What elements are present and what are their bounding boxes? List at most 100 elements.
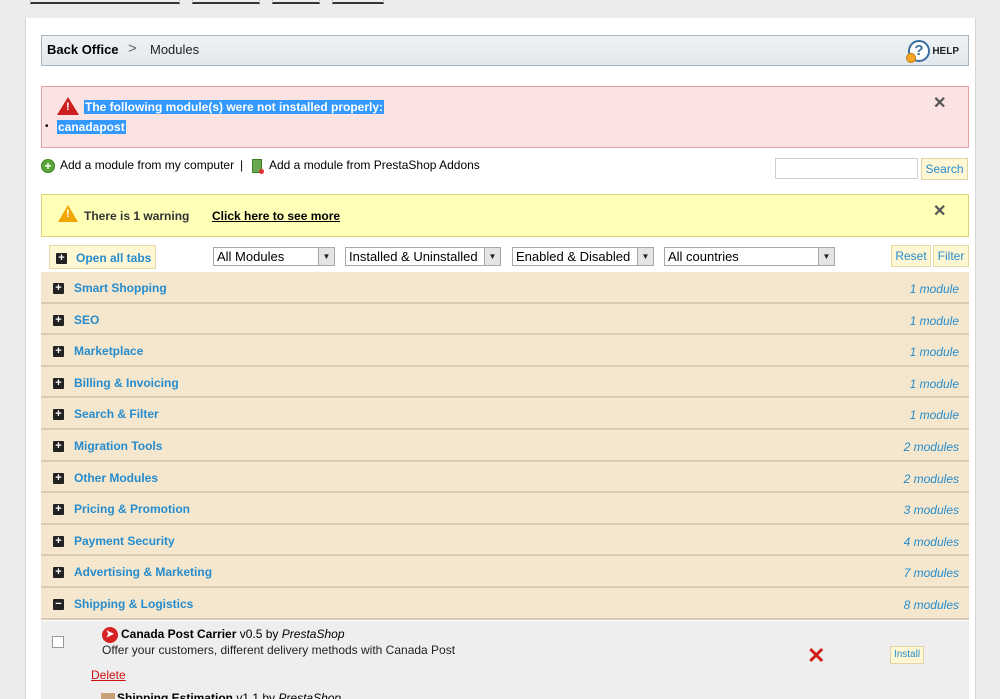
- add-module-links: + Add a module from my computer | Add a …: [41, 158, 541, 174]
- search-button[interactable]: Search: [921, 158, 968, 180]
- module-delete-link[interactable]: Delete: [91, 668, 126, 682]
- category-count: 1 module: [909, 376, 959, 391]
- category-name[interactable]: Payment Security: [74, 534, 175, 548]
- warning-see-more-link[interactable]: Click here to see more: [212, 209, 340, 223]
- category-count: 1 module: [909, 408, 959, 423]
- expand-plus-icon[interactable]: +: [53, 283, 64, 294]
- category-list: + Smart Shopping 1 module + SEO 1 module + Ma…: [41, 272, 969, 620]
- chevron-down-icon: ▼: [818, 248, 834, 265]
- expand-plus-icon[interactable]: +: [53, 377, 64, 389]
- collapse-minus-icon[interactable]: −: [53, 598, 64, 610]
- expand-plus-icon[interactable]: +: [53, 535, 64, 547]
- enabled-status-select[interactable]: Enabled & Disabled ▼: [512, 247, 654, 266]
- category-name[interactable]: Migration Tools: [74, 439, 162, 453]
- category-row[interactable]: + Payment Security 4 modules: [41, 524, 969, 557]
- category-row[interactable]: + SEO 1 module: [41, 303, 969, 336]
- module-install-button[interactable]: Install: [890, 646, 924, 664]
- help-gear-icon: [906, 53, 916, 63]
- next-module-version: v1.1 by: [236, 691, 276, 699]
- category-count: 3 modules: [903, 503, 959, 518]
- filter-bar: + Open all tabs All Modules ▼ Installed …: [41, 243, 969, 273]
- category-row[interactable]: + Marketplace 1 module: [41, 335, 969, 367]
- category-name[interactable]: Pricing & Promotion: [74, 502, 190, 516]
- category-row[interactable]: + Pricing & Promotion 3 modules: [41, 493, 969, 525]
- module-author: PrestaShop: [281, 627, 345, 641]
- expand-plus-icon[interactable]: +: [53, 346, 64, 358]
- reset-button[interactable]: Reset: [891, 245, 931, 267]
- category-row[interactable]: + Other Modules 2 modules: [41, 461, 969, 494]
- breadcrumb: Back Office > Modules ? HELP: [41, 35, 969, 66]
- module-row: ➤ Canada Post Carrier v0.5 by PrestaShop…: [41, 621, 969, 699]
- category-row[interactable]: + Advertising & Marketing 7 modules: [41, 556, 969, 588]
- breadcrumb-separator-icon: >: [128, 40, 137, 57]
- top-tab-3[interactable]: [272, 0, 320, 4]
- top-tab-2[interactable]: [192, 0, 260, 4]
- canada-post-logo-icon: ➤: [102, 627, 118, 643]
- help-label[interactable]: HELP: [932, 46, 959, 57]
- category-count: 2 modules: [903, 439, 959, 454]
- add-from-computer-link[interactable]: Add a module from my computer: [60, 158, 234, 172]
- country-select-value: All countries: [668, 249, 739, 264]
- module-description: Offer your customers, different delivery…: [102, 643, 456, 657]
- error-title: The following module(s) were not install…: [84, 100, 385, 114]
- next-module-name: Shipping Estimation: [117, 691, 233, 699]
- module-checkbox[interactable]: [52, 636, 64, 648]
- install-status-select[interactable]: Installed & Uninstalled ▼: [345, 247, 501, 266]
- search-input[interactable]: [775, 158, 918, 179]
- country-select[interactable]: All countries ▼: [664, 247, 835, 266]
- expand-plus-icon[interactable]: +: [53, 567, 64, 579]
- category-name[interactable]: Smart Shopping: [74, 281, 167, 295]
- category-row[interactable]: + Smart Shopping 1 module: [41, 272, 969, 304]
- add-from-addons-link[interactable]: Add a module from PrestaShop Addons: [269, 158, 480, 172]
- category-name[interactable]: Marketplace: [74, 344, 143, 358]
- chevron-down-icon: ▼: [637, 248, 653, 265]
- top-tab-4[interactable]: [332, 0, 384, 4]
- top-navigation-strip: [0, 0, 1000, 18]
- expand-plus-icon[interactable]: +: [53, 440, 64, 452]
- category-count: 1 module: [909, 313, 959, 328]
- category-count: 8 modules: [903, 597, 959, 612]
- category-name[interactable]: Search & Filter: [74, 407, 159, 421]
- category-name[interactable]: Other Modules: [74, 471, 158, 485]
- warning-text: There is 1 warning: [84, 209, 190, 223]
- expand-plus-icon[interactable]: +: [53, 409, 64, 421]
- warning-triangle-icon: !: [58, 205, 78, 222]
- category-name[interactable]: SEO: [74, 313, 99, 327]
- category-name[interactable]: Shipping & Logistics: [74, 597, 193, 611]
- category-count: 2 modules: [903, 471, 959, 486]
- breadcrumb-current: Modules: [150, 42, 200, 57]
- category-row[interactable]: + Search & Filter 1 module: [41, 398, 969, 430]
- enabled-status-value: Enabled & Disabled: [516, 249, 631, 264]
- breadcrumb-home[interactable]: Back Office: [47, 42, 119, 57]
- main-content: Back Office > Modules ? HELP ! The follo…: [25, 18, 976, 699]
- add-module-plus-icon: +: [41, 159, 55, 173]
- open-all-tabs-button[interactable]: + Open all tabs: [49, 245, 156, 269]
- filter-button[interactable]: Filter: [933, 245, 969, 267]
- shipping-estimation-icon: [101, 693, 115, 699]
- addons-icon: [252, 159, 264, 174]
- category-row-expanded[interactable]: − Shipping & Logistics 8 modules: [41, 587, 969, 620]
- expand-plus-icon[interactable]: +: [53, 314, 64, 326]
- expand-plus-icon[interactable]: +: [53, 472, 64, 484]
- close-warning-icon[interactable]: ✕: [933, 201, 946, 221]
- category-name[interactable]: Billing & Invoicing: [74, 376, 179, 390]
- next-module-author: PrestaShop: [278, 691, 342, 699]
- category-row[interactable]: + Billing & Invoicing 1 module: [41, 366, 969, 399]
- module-title: Canada Post Carrier v0.5 by PrestaShop: [121, 627, 345, 641]
- expand-plus-icon[interactable]: +: [53, 504, 64, 516]
- next-module-title: Shipping Estimation v1.1 by PrestaShop: [117, 691, 341, 699]
- open-all-tabs-label: Open all tabs: [76, 251, 152, 265]
- close-error-icon[interactable]: ✕: [933, 93, 946, 113]
- error-item: canadapost: [57, 120, 126, 134]
- module-status-x-icon: ✕: [807, 643, 826, 668]
- top-tab-1[interactable]: [30, 0, 180, 4]
- expand-plus-icon: +: [56, 253, 67, 264]
- category-row[interactable]: + Migration Tools 2 modules: [41, 429, 969, 462]
- category-count: 1 module: [909, 345, 959, 360]
- install-status-value: Installed & Uninstalled: [349, 249, 478, 264]
- category-count: 4 modules: [903, 534, 959, 549]
- category-name[interactable]: Advertising & Marketing: [74, 565, 212, 579]
- error-bullet: •: [45, 121, 49, 132]
- modules-select[interactable]: All Modules ▼: [213, 247, 335, 266]
- error-message: ! The following module(s) were not insta…: [41, 86, 969, 148]
